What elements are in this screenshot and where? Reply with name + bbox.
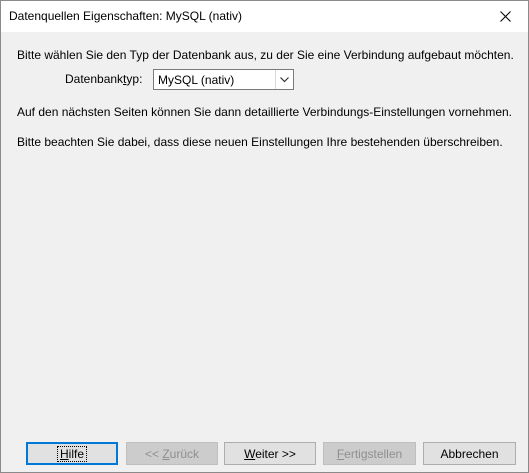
help-button-label: Hilfe: [56, 445, 87, 462]
cancel-button[interactable]: Abbrechen: [423, 442, 516, 465]
next-rest: eiter >>: [255, 446, 296, 461]
db-type-selected: MySQL (nativ): [158, 73, 235, 87]
info-text-next-pages: Auf den nächsten Seiten können Sie dann …: [17, 105, 513, 119]
help-mnemonic: H: [59, 446, 69, 461]
cancel-button-label: Abbrechen: [440, 446, 499, 461]
back-rest: urück: [169, 446, 200, 461]
close-button[interactable]: [482, 1, 528, 32]
finish-button[interactable]: Fertigstellen: [323, 442, 416, 465]
title-bar[interactable]: Datenquellen Eigenschaften: MySQL (nativ…: [1, 1, 528, 32]
close-icon: [499, 11, 511, 22]
next-button-label: Weiter >>: [244, 447, 296, 461]
back-mnemonic: Z: [162, 446, 170, 461]
back-button-label: << Zurück: [145, 447, 199, 461]
finish-rest: ertigstellen: [344, 446, 403, 461]
db-type-label-post: yp:: [126, 72, 143, 86]
next-mnemonic: W: [244, 446, 256, 461]
chevron-down-icon: [280, 76, 289, 82]
db-type-dropdown[interactable]: MySQL (nativ): [153, 69, 294, 90]
dropdown-arrow[interactable]: [275, 70, 293, 89]
next-button[interactable]: Weiter >>: [224, 442, 316, 465]
db-type-label: Datenbanktyp:: [65, 72, 142, 86]
dialog-window: Datenquellen Eigenschaften: MySQL (nativ…: [0, 0, 529, 473]
back-pre: <<: [144, 446, 163, 461]
finish-button-label: Fertigstellen: [337, 447, 402, 461]
dialog-body: Bitte wählen Sie den Typ der Datenbank a…: [1, 32, 528, 472]
window-title: Datenquellen Eigenschaften: MySQL (nativ…: [9, 9, 243, 23]
help-rest: ilfe: [68, 446, 84, 461]
intro-text: Bitte wählen Sie den Typ der Datenbank a…: [17, 48, 514, 62]
back-button[interactable]: << Zurück: [126, 442, 218, 465]
help-button[interactable]: Hilfe: [26, 442, 118, 465]
db-type-label-pre: Datenbank: [65, 72, 124, 86]
info-text-overwrite: Bitte beachten Sie dabei, dass diese neu…: [17, 135, 503, 149]
